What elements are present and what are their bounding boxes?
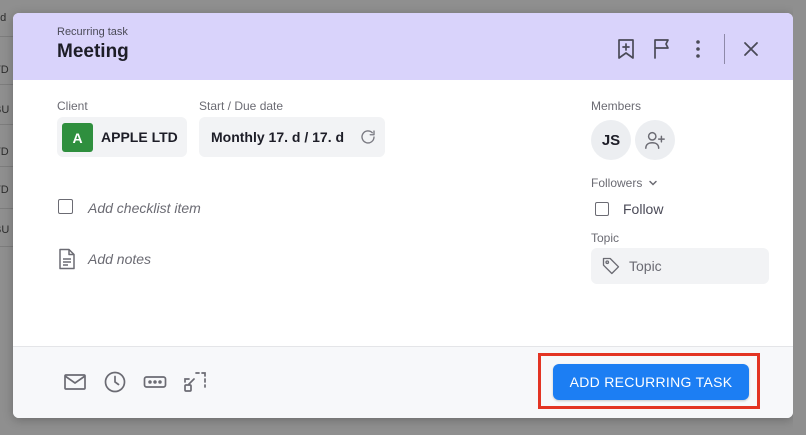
- bookmark-plus-icon[interactable]: [614, 37, 638, 61]
- tag-icon: [601, 256, 621, 276]
- topic-selector[interactable]: Topic: [591, 248, 769, 284]
- client-name: APPLE LTD: [101, 129, 178, 145]
- background-row: BU: [0, 88, 14, 125]
- background-row: TD: [0, 130, 14, 167]
- checkbox-icon: [57, 197, 77, 219]
- user-plus-icon: [645, 131, 665, 149]
- follow-checkbox[interactable]: Follow: [595, 200, 685, 220]
- refresh-icon: [359, 128, 377, 146]
- add-recurring-task-button[interactable]: ADD RECURRING TASK: [553, 364, 749, 400]
- notes-placeholder: Add notes: [88, 251, 152, 267]
- background-row: od: [0, 0, 14, 37]
- flag-icon[interactable]: [650, 37, 674, 61]
- background-row: TD: [0, 172, 14, 209]
- document-icon: [57, 248, 77, 270]
- task-title[interactable]: Meeting: [57, 41, 129, 63]
- date-selector[interactable]: Monthly 17. d / 17. d: [199, 117, 385, 157]
- member-avatar[interactable]: JS: [591, 120, 631, 160]
- date-value: Monthly 17. d / 17. d: [211, 129, 345, 145]
- client-label: Client: [57, 99, 88, 113]
- add-notes[interactable]: Add notes: [57, 248, 277, 272]
- close-icon[interactable]: [739, 37, 763, 61]
- background-row-text: od: [0, 12, 7, 24]
- checklist-placeholder: Add checklist item: [88, 200, 201, 216]
- add-member-button[interactable]: [635, 120, 675, 160]
- client-avatar: A: [62, 123, 93, 152]
- client-selector[interactable]: A APPLE LTD: [57, 117, 187, 157]
- modal-footer: ADD RECURRING TASK: [13, 346, 793, 418]
- background-row: TD: [0, 48, 14, 85]
- topic-placeholder: Topic: [629, 258, 662, 274]
- recurring-task-modal: Recurring task Meeting Client A APPLE LT…: [13, 13, 793, 418]
- members-label: Members: [591, 99, 642, 113]
- date-label: Start / Due date: [199, 99, 284, 113]
- background-right-edge: [793, 0, 806, 435]
- background-row-text: TD: [0, 184, 9, 196]
- follow-label: Follow: [623, 201, 664, 217]
- password-field-icon[interactable]: [142, 370, 168, 394]
- modal-header: Recurring task Meeting: [13, 13, 793, 80]
- header-divider: [724, 34, 725, 64]
- add-checklist-item[interactable]: Add checklist item: [57, 197, 277, 221]
- scan-icon[interactable]: [182, 370, 208, 394]
- checkbox-icon: [595, 202, 609, 216]
- clock-icon[interactable]: [102, 370, 128, 394]
- background-row-text: TD: [0, 146, 9, 158]
- mail-icon[interactable]: [62, 370, 88, 394]
- background-row: BU: [0, 210, 14, 247]
- topic-label: Topic: [591, 231, 620, 245]
- followers-toggle[interactable]: Followers: [591, 176, 658, 191]
- modal-kicker: Recurring task: [57, 26, 128, 38]
- chevron-down-icon: [648, 177, 658, 191]
- background-row-text: TD: [0, 64, 9, 76]
- followers-label: Followers: [591, 176, 643, 190]
- background-row-text: BU: [0, 104, 10, 116]
- background-row-text: BU: [0, 224, 10, 236]
- more-vertical-icon[interactable]: [686, 37, 710, 61]
